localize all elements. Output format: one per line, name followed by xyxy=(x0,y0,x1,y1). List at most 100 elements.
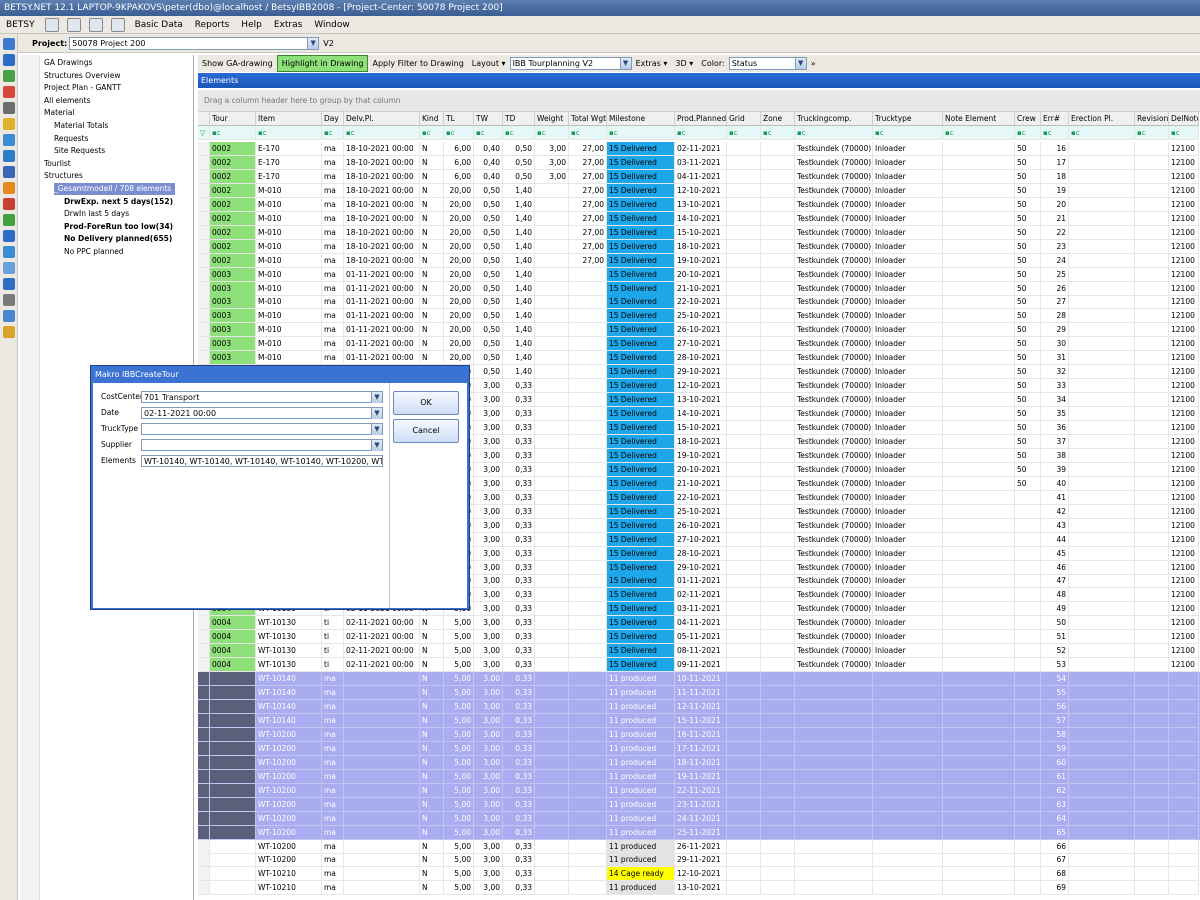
table-cell-note[interactable] xyxy=(943,267,1015,282)
table-cell-grid[interactable] xyxy=(727,644,761,659)
layout-select[interactable]: IBB Tourplanning V2 ▼ xyxy=(509,57,632,70)
table-cell-item[interactable]: E-170 xyxy=(256,142,322,156)
table-cell-weight[interactable] xyxy=(535,727,569,742)
table-cell-kind[interactable]: N xyxy=(420,616,444,631)
table-cell-erect[interactable] xyxy=(1069,365,1135,380)
hcs-icon[interactable] xyxy=(3,102,15,114)
table-cell-grid[interactable] xyxy=(727,183,761,198)
table-cell-deln[interactable] xyxy=(1169,783,1199,798)
table-cell-note[interactable] xyxy=(943,295,1015,310)
table-cell-total[interactable] xyxy=(569,602,607,617)
table-cell-delv[interactable]: 18-10-2021 00:00 xyxy=(344,197,420,212)
table-cell-deln[interactable]: 12100 xyxy=(1169,462,1199,477)
table-cell-grid[interactable] xyxy=(727,476,761,491)
table-cell-total[interactable] xyxy=(569,741,607,756)
table-cell-erect[interactable] xyxy=(1069,839,1135,854)
table-cell-erect[interactable] xyxy=(1069,309,1135,324)
table-row[interactable]: 0002 M-010 ma 18-10-2021 00:00 N 20,00 0,50 1,4… xyxy=(198,225,1200,240)
table-cell-td[interactable]: 1,40 xyxy=(503,351,535,366)
table-cell-total[interactable] xyxy=(569,713,607,728)
table-cell-delv[interactable] xyxy=(344,713,420,728)
table-cell-erect[interactable] xyxy=(1069,142,1135,156)
menu-app[interactable]: BETSY xyxy=(0,16,41,34)
table-cell-total[interactable] xyxy=(569,546,607,561)
table-cell-grid[interactable] xyxy=(727,797,761,812)
table-cell-tour[interactable] xyxy=(210,769,256,784)
table-cell-rev[interactable] xyxy=(1135,811,1169,826)
table-cell-tw[interactable]: 0,50 xyxy=(474,351,503,366)
table-cell-tw[interactable]: 3,00 xyxy=(474,658,503,673)
table-cell-trucktype[interactable] xyxy=(873,839,943,854)
table-cell-zone[interactable] xyxy=(761,365,795,380)
table-cell-delv[interactable] xyxy=(344,853,420,868)
table-cell-weight[interactable] xyxy=(535,476,569,491)
table-cell-truck[interactable]: Testkundek (70000) xyxy=(795,448,873,463)
table-cell-item[interactable]: WT-10200 xyxy=(256,769,322,784)
table-cell-milestone[interactable]: 11 produced xyxy=(607,811,675,826)
table-cell-deln[interactable]: 12100 xyxy=(1169,616,1199,631)
row-selector[interactable] xyxy=(198,853,210,868)
table-cell-day[interactable]: ma xyxy=(322,797,344,812)
table-cell-tour[interactable] xyxy=(210,867,256,882)
chevron-down-icon[interactable]: ▼ xyxy=(794,58,806,69)
table-cell-td[interactable]: 0,33 xyxy=(503,546,535,561)
table-cell-truck[interactable]: Testkundek (70000) xyxy=(795,560,873,575)
table-cell-zone[interactable] xyxy=(761,351,795,366)
table-cell-err[interactable]: 28 xyxy=(1041,309,1069,324)
table-cell-td[interactable]: 0,33 xyxy=(503,811,535,826)
row-selector[interactable] xyxy=(198,197,210,212)
row-selector[interactable] xyxy=(198,797,210,812)
table-cell-note[interactable] xyxy=(943,183,1015,198)
table-cell-tw[interactable]: 3,00 xyxy=(474,476,503,491)
table-cell-note[interactable] xyxy=(943,476,1015,491)
table-cell-rev[interactable] xyxy=(1135,769,1169,784)
table-cell-total[interactable] xyxy=(569,490,607,505)
table-cell-item[interactable]: WT-10140 xyxy=(256,686,322,701)
table-cell-zone[interactable] xyxy=(761,686,795,701)
table-cell-item[interactable]: M-010 xyxy=(256,211,322,226)
table-row[interactable]: 0003 M-010 ma 01-11-2021 00:00 N 20,00 0,50 1,4… xyxy=(198,267,1200,282)
table-cell-tl[interactable]: 5,00 xyxy=(444,700,474,714)
table-cell-tl[interactable]: 20,00 xyxy=(444,183,474,198)
table-cell-td[interactable]: 0,33 xyxy=(503,644,535,659)
table-cell-prod[interactable]: 12-11-2021 xyxy=(675,700,727,714)
table-cell-weight[interactable] xyxy=(535,197,569,212)
table-cell-kind[interactable]: N xyxy=(420,267,444,282)
table-cell-truck[interactable]: Testkundek (70000) xyxy=(795,532,873,547)
table-cell-tw[interactable]: 0,40 xyxy=(474,142,503,156)
table-cell-td[interactable]: 0,33 xyxy=(503,434,535,449)
table-cell-day[interactable]: ma xyxy=(322,672,344,687)
table-cell-tour[interactable]: 0002 xyxy=(210,169,256,184)
table-row[interactable]: WT-10200 ma N 5,00 3,00 0,33 11 produced 19-11-… xyxy=(198,769,1200,784)
table-cell-zone[interactable] xyxy=(761,658,795,673)
column-header[interactable]: Day xyxy=(322,112,344,126)
table-cell-deln[interactable]: 12100 xyxy=(1169,546,1199,561)
table-cell-prod[interactable]: 26-10-2021 xyxy=(675,323,727,338)
table-row[interactable]: WT-10200 ma N 5,00 3,00 0,33 11 produced 18-11-… xyxy=(198,755,1200,770)
table-cell-note[interactable] xyxy=(943,365,1015,380)
table-cell-deln[interactable]: 12100 xyxy=(1169,337,1199,352)
table-cell-kind[interactable]: N xyxy=(420,183,444,198)
table-cell-weight[interactable] xyxy=(535,560,569,575)
table-cell-err[interactable]: 44 xyxy=(1041,532,1069,547)
table-cell-delv[interactable] xyxy=(344,783,420,798)
row-selector[interactable] xyxy=(198,281,210,296)
table-cell-trucktype[interactable]: Inloader xyxy=(873,546,943,561)
table-cell-kind[interactable]: N xyxy=(420,811,444,826)
column-header[interactable]: Truckingcomp. xyxy=(795,112,873,126)
table-cell-rev[interactable] xyxy=(1135,881,1169,896)
table-cell-delv[interactable]: 01-11-2021 00:00 xyxy=(344,267,420,282)
table-cell-rev[interactable] xyxy=(1135,839,1169,854)
table-cell-weight[interactable] xyxy=(535,658,569,673)
filter-cell[interactable]: ▪c xyxy=(503,126,535,140)
table-cell-weight[interactable] xyxy=(535,421,569,435)
table-cell-total[interactable] xyxy=(569,295,607,310)
folder-icon[interactable] xyxy=(3,118,15,130)
table-cell-kind[interactable]: N xyxy=(420,239,444,254)
table-cell-total[interactable] xyxy=(569,448,607,463)
table-cell-trucktype[interactable]: Inloader xyxy=(873,560,943,575)
table-cell-note[interactable] xyxy=(943,727,1015,742)
table-cell-item[interactable]: WT-10210 xyxy=(256,881,322,896)
table-cell-td[interactable]: 0,33 xyxy=(503,630,535,645)
table-cell-milestone[interactable]: 15 Delivered xyxy=(607,379,675,394)
